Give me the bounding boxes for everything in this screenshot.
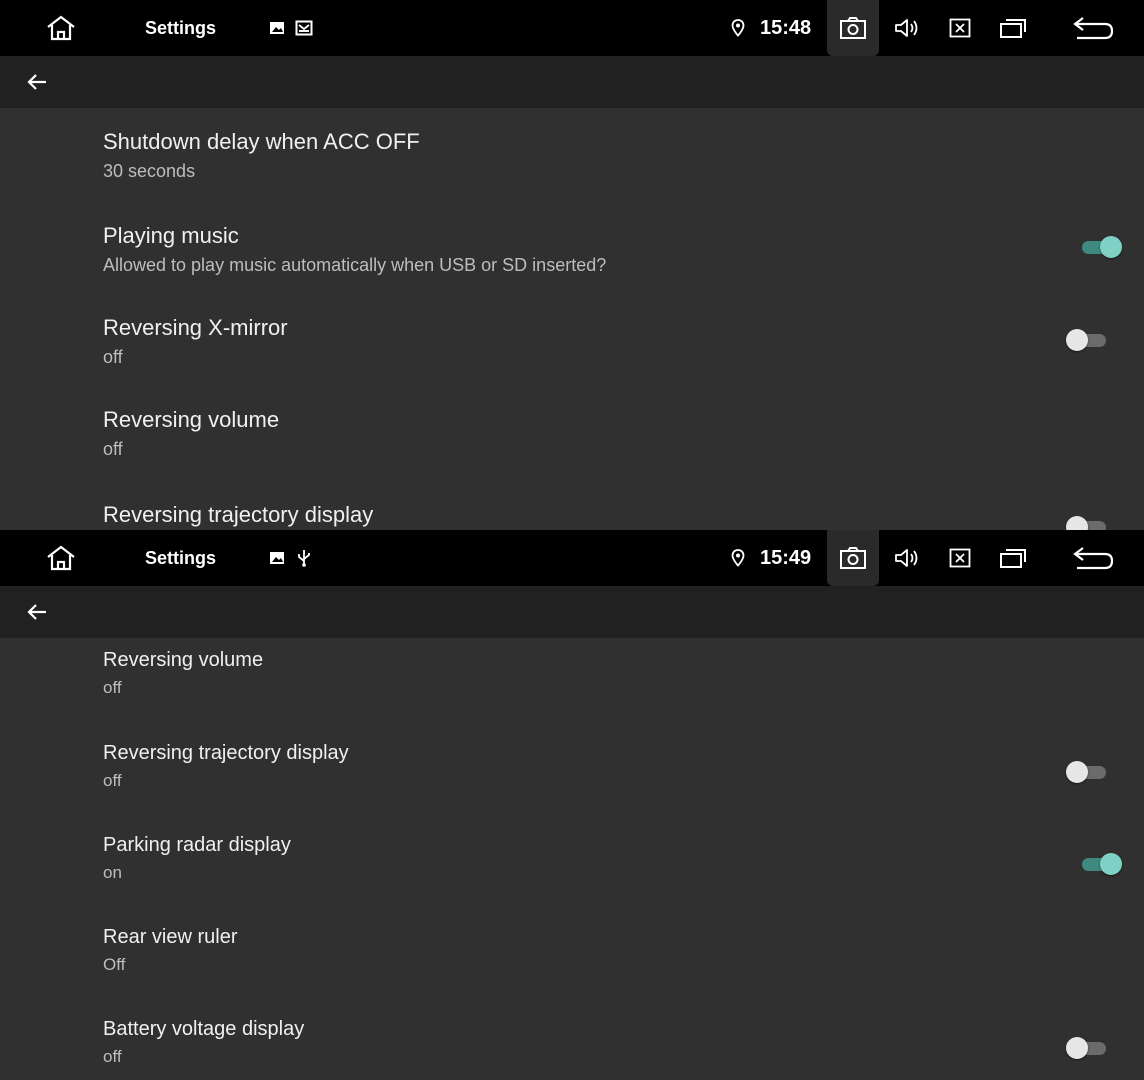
setting-title: Reversing volume: [103, 407, 280, 432]
playing-music-toggle[interactable]: [1078, 234, 1122, 260]
setting-summary: off: [103, 1047, 122, 1066]
parking-radar-toggle[interactable]: [1078, 851, 1122, 877]
setting-shutdown-delay[interactable]: Shutdown delay when ACC OFF 30 seconds: [0, 108, 1144, 202]
switch-thumb: [1100, 853, 1122, 875]
camera-icon[interactable]: [827, 530, 879, 586]
setting-title: Parking radar display: [103, 834, 291, 856]
usb-icon: [293, 530, 315, 586]
setting-battery-voltage[interactable]: Battery voltage display off: [0, 1001, 1144, 1080]
status-bar: Settings 15:49: [0, 530, 1144, 586]
switch-thumb: [1066, 761, 1088, 783]
status-bar: Settings 15:48: [0, 0, 1144, 56]
setting-summary: off: [103, 771, 122, 790]
mail-icon: [293, 0, 315, 56]
switch-thumb: [1066, 329, 1088, 351]
setting-title: Rear view ruler: [103, 926, 238, 948]
setting-summary: Allowed to play music automatically when…: [103, 255, 607, 275]
back-icon[interactable]: [1068, 530, 1118, 586]
volume-icon[interactable]: [888, 530, 928, 586]
settings-screen-bottom: Settings 15:49 Reversing volume off Reve…: [0, 530, 1144, 1080]
setting-title: Shutdown delay when ACC OFF: [103, 129, 420, 154]
status-time: 15:49: [760, 546, 812, 569]
setting-summary: Off: [103, 955, 126, 974]
setting-summary: 30 seconds: [103, 161, 196, 181]
switch-thumb: [1066, 1037, 1088, 1059]
setting-reversing-trajectory[interactable]: Reversing trajectory display off: [0, 725, 1144, 817]
recent-apps-icon[interactable]: [993, 530, 1033, 586]
reversing-trajectory-toggle[interactable]: [1066, 514, 1110, 530]
setting-reversing-trajectory[interactable]: Reversing trajectory display: [0, 478, 1144, 530]
status-title: Settings: [145, 547, 217, 568]
battery-voltage-toggle[interactable]: [1066, 1035, 1110, 1061]
switch-thumb: [1066, 516, 1088, 530]
status-time: 15:48: [760, 16, 812, 39]
home-icon[interactable]: [38, 0, 84, 56]
settings-screen-top: Settings 15:48 Shutdown delay when ACC O…: [0, 0, 1144, 530]
location-icon: [728, 530, 748, 586]
volume-icon[interactable]: [888, 0, 928, 56]
app-bar: [0, 586, 1144, 638]
setting-title: Reversing trajectory display: [103, 742, 349, 764]
home-icon[interactable]: [38, 530, 84, 586]
setting-summary: off: [103, 439, 123, 459]
setting-title: Playing music: [103, 223, 239, 248]
setting-rear-view-ruler[interactable]: Rear view ruler Off: [0, 909, 1144, 1001]
setting-title: Reversing X-mirror: [103, 315, 288, 340]
switch-thumb: [1100, 236, 1122, 258]
back-arrow-icon[interactable]: [26, 56, 62, 108]
reversing-trajectory-toggle[interactable]: [1066, 759, 1110, 785]
reversing-x-mirror-toggle[interactable]: [1066, 327, 1110, 353]
setting-title: Reversing volume: [103, 649, 264, 671]
app-bar: [0, 56, 1144, 108]
camera-icon[interactable]: [827, 0, 879, 56]
back-icon[interactable]: [1068, 0, 1118, 56]
setting-playing-music[interactable]: Playing music Allowed to play music auto…: [0, 202, 1144, 294]
setting-summary: on: [103, 863, 122, 882]
location-icon: [728, 0, 748, 56]
back-arrow-icon[interactable]: [26, 586, 62, 638]
setting-reversing-volume[interactable]: Reversing volume off: [0, 638, 1144, 725]
setting-summary: off: [103, 347, 123, 367]
setting-parking-radar[interactable]: Parking radar display on: [0, 817, 1144, 909]
setting-summary: off: [103, 678, 122, 697]
image-icon: [266, 0, 288, 56]
setting-reversing-x-mirror[interactable]: Reversing X-mirror off: [0, 294, 1144, 386]
close-box-icon[interactable]: [942, 530, 978, 586]
recent-apps-icon[interactable]: [993, 0, 1033, 56]
setting-title: Battery voltage display: [103, 1018, 305, 1040]
status-title: Settings: [145, 17, 217, 38]
image-icon: [266, 530, 288, 586]
setting-reversing-volume[interactable]: Reversing volume off: [0, 386, 1144, 478]
setting-title: Reversing trajectory display: [103, 502, 374, 527]
close-box-icon[interactable]: [942, 0, 978, 56]
